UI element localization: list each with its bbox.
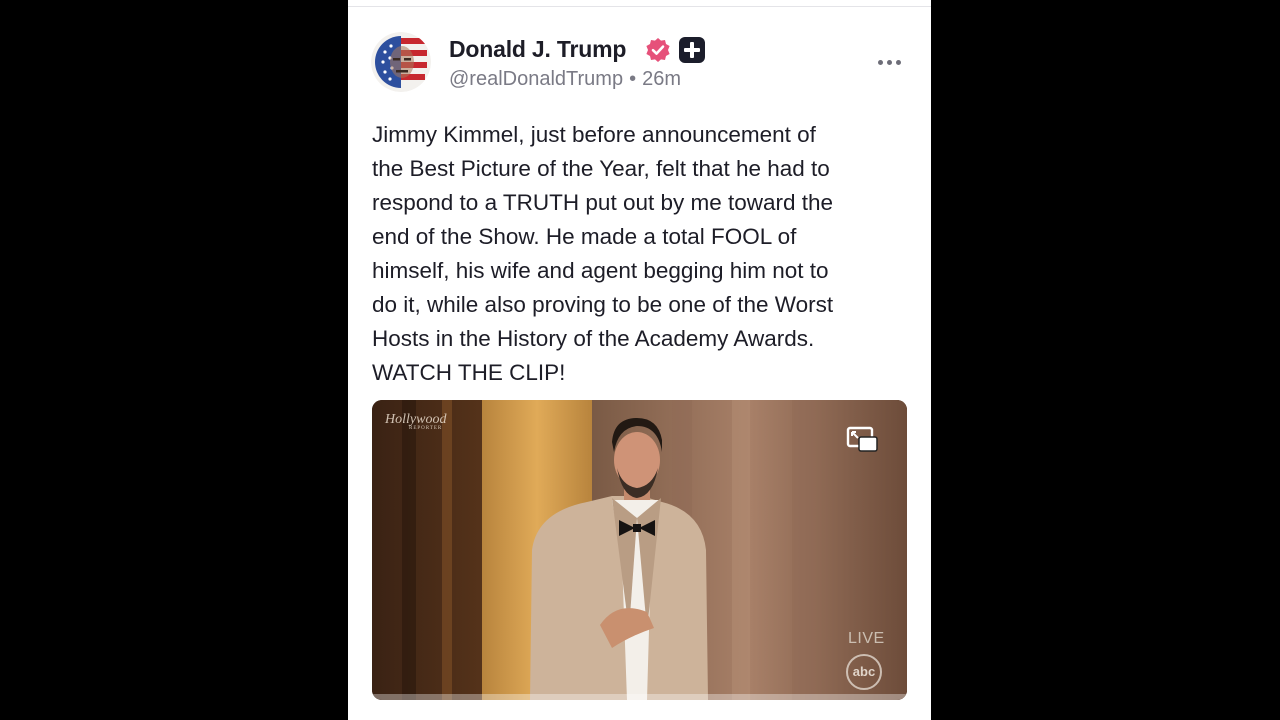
avatar[interactable] bbox=[371, 32, 431, 92]
post-time[interactable]: 26m bbox=[642, 68, 681, 90]
post-text-line: the Best Picture of the Year, felt that … bbox=[372, 156, 830, 181]
divider bbox=[348, 6, 931, 7]
post-text-line: Jimmy Kimmel, just before announcement o… bbox=[372, 122, 816, 147]
post-text-line: do it, while also proving to be one of t… bbox=[372, 292, 834, 317]
live-label: LIVE bbox=[848, 630, 885, 647]
more-dot bbox=[896, 60, 901, 65]
post-card: Donald J. Trump @realDonaldTrump • 26m Jim… bbox=[348, 0, 931, 720]
author-name[interactable]: Donald J. Trump bbox=[449, 36, 626, 63]
post-text-line: Hosts in the History of the Academy Awar… bbox=[372, 326, 815, 351]
video-player[interactable]: Hollywood REPORTER LIVE abc bbox=[372, 400, 907, 700]
verified-badge-icon bbox=[645, 37, 671, 63]
more-horizontal-icon[interactable] bbox=[878, 58, 904, 68]
picture-in-picture-icon[interactable] bbox=[846, 426, 880, 454]
meta-separator: • bbox=[629, 68, 637, 90]
post-text-line: end of the Show. He made a total FOOL of bbox=[372, 224, 797, 249]
video-frame bbox=[372, 400, 907, 700]
post-text-line: respond to a TRUTH put out by me toward … bbox=[372, 190, 834, 215]
post-text-line: WATCH THE CLIP! bbox=[372, 360, 566, 385]
more-dot bbox=[878, 60, 883, 65]
author-handle[interactable]: @realDonaldTrump bbox=[449, 68, 623, 90]
plus-badge-icon bbox=[679, 37, 705, 63]
post-text-line: himself, his wife and agent begging him … bbox=[372, 258, 829, 283]
video-progress-bar[interactable] bbox=[372, 694, 907, 700]
post-text: Jimmy Kimmel, just before announcement o… bbox=[372, 118, 912, 390]
author-meta: @realDonaldTrump • 26m bbox=[449, 68, 681, 91]
more-dot bbox=[887, 60, 892, 65]
network-logo: abc bbox=[846, 654, 882, 690]
watermark-logo: Hollywood REPORTER bbox=[385, 412, 447, 431]
